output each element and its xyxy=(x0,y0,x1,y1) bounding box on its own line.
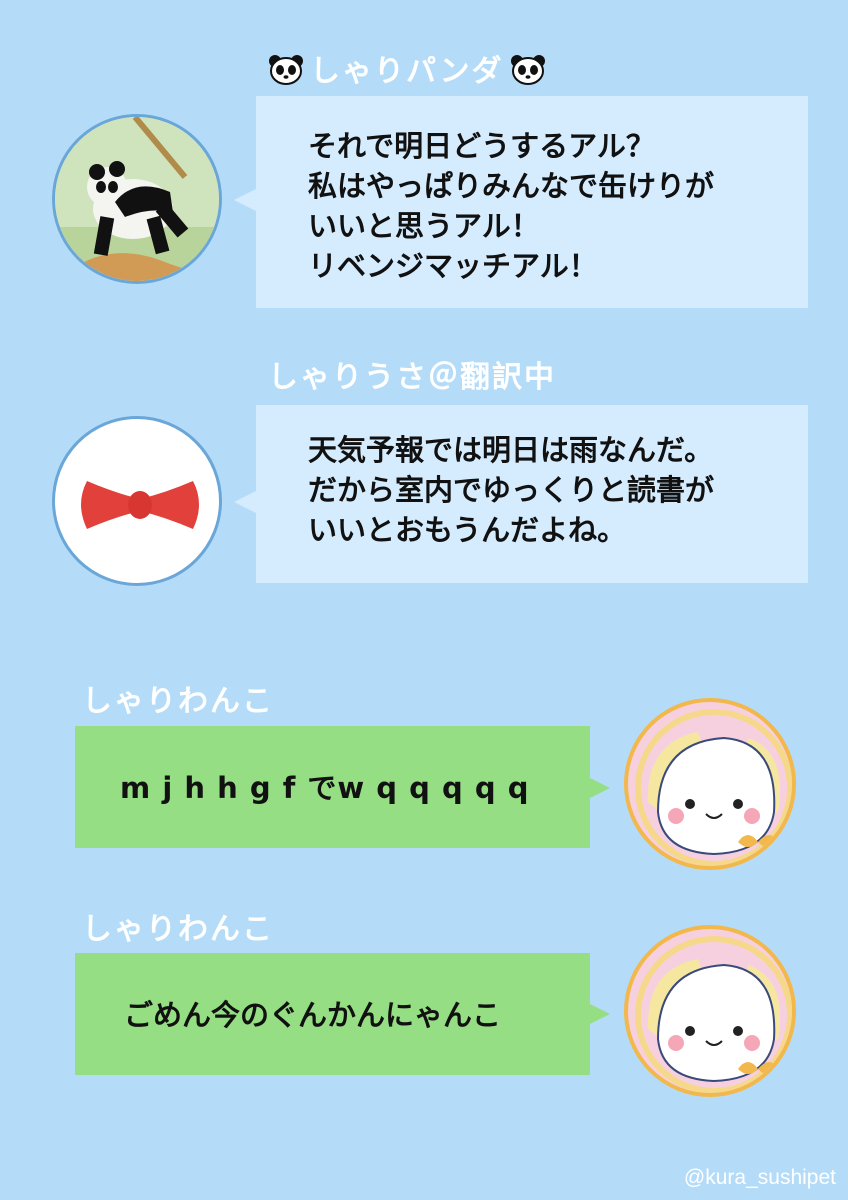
dog-avatar[interactable] xyxy=(624,925,796,1097)
sender-name-dog: しゃりわんこ xyxy=(82,684,274,719)
panda-face-icon xyxy=(268,53,304,93)
dog-face-icon xyxy=(635,709,792,866)
sender-name-panda: しゃりパンダ xyxy=(268,46,546,93)
message-text: m j h h g f でw q q q q q xyxy=(120,771,530,805)
dog-face-icon xyxy=(635,936,792,1093)
message-text: 天気予報では明日は雨なんだ。 だから室内でゆっくりと読書が いいとおもうんだよね… xyxy=(308,433,715,547)
sender-name-text: しゃりパンダ xyxy=(310,54,504,89)
bubble-tail xyxy=(588,777,610,799)
red-bow-icon xyxy=(81,481,199,529)
watermark: @kura_sushipet xyxy=(683,1166,836,1189)
sender-name-rabbit: しゃりうさ＠翻訳中 xyxy=(268,360,556,395)
dog-avatar[interactable] xyxy=(624,698,796,870)
bubble-tail xyxy=(234,491,256,513)
bubble-tail xyxy=(234,189,256,211)
panda-face-icon xyxy=(510,53,546,93)
message-text: それで明日どうするアル？ 私はやっぱりみんなで缶けりが いいと思うアル！ リベン… xyxy=(308,129,715,283)
sender-name-dog: しゃりわんこ xyxy=(82,912,274,947)
panda-avatar[interactable] xyxy=(52,114,222,284)
message-text: ごめん今のぐんかんにゃんこ xyxy=(124,998,502,1032)
bubble-tail xyxy=(588,1003,610,1025)
panda-painting-icon xyxy=(55,117,219,281)
red-bow-avatar[interactable] xyxy=(52,416,222,586)
